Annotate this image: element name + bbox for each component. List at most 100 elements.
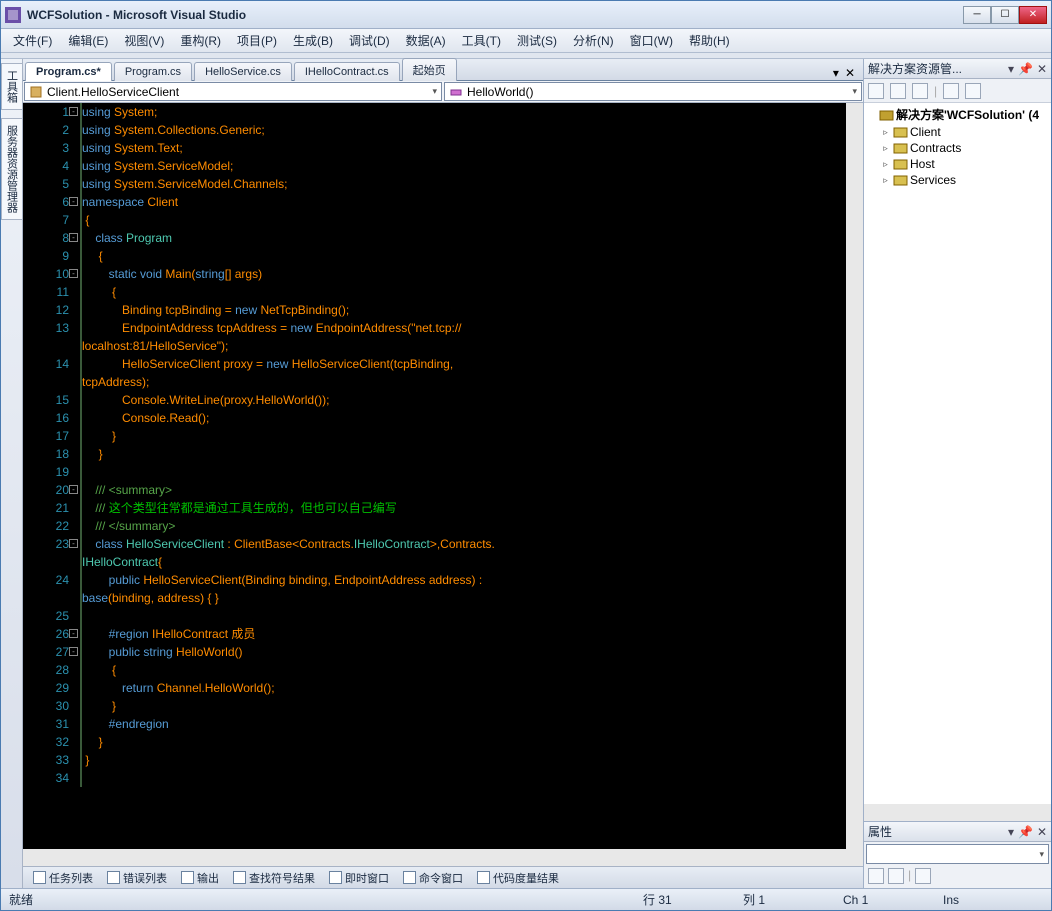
tree-node[interactable]: ▹Contracts <box>866 140 1049 156</box>
menu-测试[interactable]: 测试(S) <box>509 29 565 52</box>
left-sidebar: 工具箱服务器资源管理器 <box>1 59 23 888</box>
tree-node[interactable]: ▹Host <box>866 156 1049 172</box>
chevron-down-icon: ▾ <box>852 86 857 97</box>
tab-dropdown-icon[interactable]: ▾ <box>833 66 839 80</box>
properties-button[interactable] <box>868 83 884 99</box>
tab-close-icon[interactable]: ✕ <box>845 66 855 80</box>
fold-toggle[interactable]: - <box>69 629 78 638</box>
panel-pin-icon[interactable]: 📌 <box>1018 62 1033 76</box>
menu-帮助[interactable]: 帮助(H) <box>681 29 738 52</box>
properties-header: 属性 ▾ 📌 ✕ <box>864 822 1051 842</box>
close-button[interactable]: ✕ <box>1019 6 1047 24</box>
type-combo[interactable]: Client.HelloServiceClient ▾ <box>24 82 442 101</box>
properties-title: 属性 <box>868 823 892 840</box>
status-line: 行 31 <box>643 891 743 908</box>
fold-toggle[interactable]: - <box>69 647 78 656</box>
menubar: 文件(F)编辑(E)视图(V)重构(R)项目(P)生成(B)调试(D)数据(A)… <box>1 29 1051 53</box>
panel-pin-icon[interactable]: 📌 <box>1018 825 1033 839</box>
view-code-button[interactable] <box>943 83 959 99</box>
fold-toggle[interactable]: - <box>69 233 78 242</box>
bottom-tab[interactable]: 即时窗口 <box>323 868 395 888</box>
solution-explorer-toolbar: | <box>864 79 1051 103</box>
app-icon <box>5 7 21 23</box>
doc-tab[interactable]: HelloService.cs <box>194 62 292 81</box>
bottom-tool-tabs: 任务列表错误列表输出查找符号结果即时窗口命令窗口代码度量结果 <box>23 866 863 888</box>
doc-tab[interactable]: Program.cs* <box>25 62 112 81</box>
menu-文件[interactable]: 文件(F) <box>5 29 60 52</box>
bottom-tab[interactable]: 输出 <box>175 868 225 888</box>
tab-icon <box>403 871 416 884</box>
refresh-button[interactable] <box>912 83 928 99</box>
bottom-tab[interactable]: 错误列表 <box>101 868 173 888</box>
menu-项目[interactable]: 项目(P) <box>229 29 285 52</box>
folder-icon <box>893 157 908 171</box>
tab-icon <box>33 871 46 884</box>
minimize-button[interactable]: ─ <box>963 6 991 24</box>
bottom-tab[interactable]: 查找符号结果 <box>227 868 321 888</box>
method-icon <box>449 85 463 99</box>
panel-close-icon[interactable]: ✕ <box>1037 62 1047 76</box>
doc-tab[interactable]: 起始页 <box>402 58 457 81</box>
code-editor[interactable]: 1-using System;2using System.Collections… <box>23 103 846 849</box>
view-designer-button[interactable] <box>965 83 981 99</box>
property-pages-button[interactable] <box>915 868 931 884</box>
tree-node[interactable]: ▹Client <box>866 124 1049 140</box>
menu-窗口[interactable]: 窗口(W) <box>622 29 681 52</box>
fold-toggle[interactable]: - <box>69 539 78 548</box>
fold-toggle[interactable]: - <box>69 269 78 278</box>
menu-数据[interactable]: 数据(A) <box>398 29 454 52</box>
bottom-tab[interactable]: 命令窗口 <box>397 868 469 888</box>
menu-工具[interactable]: 工具(T) <box>454 29 509 52</box>
statusbar: 就绪 行 31 列 1 Ch 1 Ins <box>1 888 1051 910</box>
maximize-button[interactable]: ☐ <box>991 6 1019 24</box>
editor-vertical-scrollbar[interactable] <box>846 103 863 849</box>
tree-node[interactable]: ▹Services <box>866 172 1049 188</box>
main-area: 工具箱服务器资源管理器 Program.cs*Program.csHelloSe… <box>1 59 1051 888</box>
categorized-button[interactable] <box>868 868 884 884</box>
status-text: 就绪 <box>9 891 33 908</box>
editor-container: 1-using System;2using System.Collections… <box>23 103 863 849</box>
chevron-down-icon: ▾ <box>432 86 437 97</box>
show-all-button[interactable] <box>890 83 906 99</box>
properties-object-combo[interactable]: ▾ <box>866 844 1049 864</box>
bottom-tab[interactable]: 任务列表 <box>27 868 99 888</box>
fold-toggle[interactable]: - <box>69 107 78 116</box>
folder-icon <box>893 141 908 155</box>
solution-explorer-header: 解决方案资源管... ▾ 📌 ✕ <box>864 59 1051 79</box>
center-pane: Program.cs*Program.csHelloService.csIHel… <box>23 59 863 888</box>
sidebar-tab[interactable]: 工具箱 <box>1 63 23 110</box>
bottom-tab[interactable]: 代码度量结果 <box>471 868 565 888</box>
member-combo[interactable]: HelloWorld() ▾ <box>444 82 862 101</box>
window-buttons: ─ ☐ ✕ <box>963 6 1047 24</box>
alphabetical-button[interactable] <box>888 868 904 884</box>
panel-dropdown-icon[interactable]: ▾ <box>1008 825 1014 839</box>
status-ins: Ins <box>943 893 1043 907</box>
fold-toggle[interactable]: - <box>69 485 78 494</box>
panel-dropdown-icon[interactable]: ▾ <box>1008 62 1014 76</box>
status-col: 列 1 <box>743 891 843 908</box>
menu-视图[interactable]: 视图(V) <box>116 29 172 52</box>
fold-toggle[interactable]: - <box>69 197 78 206</box>
menu-重构[interactable]: 重构(R) <box>172 29 229 52</box>
tree-node[interactable]: 解决方案'WCFSolution' (4 <box>866 105 1049 124</box>
right-panel: 解决方案资源管... ▾ 📌 ✕ | 解决方案'WCFSolution' (4▹… <box>863 59 1051 888</box>
menu-生成[interactable]: 生成(B) <box>285 29 341 52</box>
menu-调试[interactable]: 调试(D) <box>341 29 398 52</box>
menu-编辑[interactable]: 编辑(E) <box>60 29 116 52</box>
class-icon <box>29 85 43 99</box>
sidebar-tab[interactable]: 服务器资源管理器 <box>1 118 23 220</box>
panel-close-icon[interactable]: ✕ <box>1037 825 1047 839</box>
solution-tree[interactable]: 解决方案'WCFSolution' (4▹Client▹Contracts▹Ho… <box>864 103 1051 804</box>
tab-icon <box>233 871 246 884</box>
tab-icon <box>107 871 120 884</box>
editor-horizontal-scrollbar[interactable] <box>23 849 863 866</box>
document-tabs: Program.cs*Program.csHelloService.csIHel… <box>23 59 863 81</box>
doc-tab[interactable]: Program.cs <box>114 62 192 81</box>
menu-分析[interactable]: 分析(N) <box>565 29 622 52</box>
doc-tab[interactable]: IHelloContract.cs <box>294 62 400 81</box>
tree-horizontal-scrollbar[interactable] <box>864 804 1051 821</box>
folder-icon <box>893 125 908 139</box>
app-window: WCFSolution - Microsoft Visual Studio ─ … <box>0 0 1052 911</box>
status-ch: Ch 1 <box>843 893 943 907</box>
type-combo-text: Client.HelloServiceClient <box>47 85 179 99</box>
